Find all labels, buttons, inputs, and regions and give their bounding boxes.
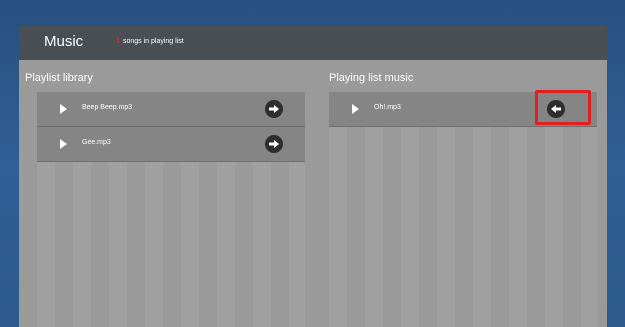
playing-list: Oh!.mp3 xyxy=(329,92,597,327)
play-icon[interactable] xyxy=(60,139,67,149)
arrow-right-icon[interactable] xyxy=(265,135,283,153)
list-item[interactable]: Gee.mp3 xyxy=(37,127,305,162)
song-count-label: songs in playing list xyxy=(123,38,184,45)
song-count: 1 xyxy=(116,38,120,45)
library-list: Beep Beep.mp3 Gee.mp3 xyxy=(37,92,305,327)
list-item[interactable]: Beep Beep.mp3 xyxy=(37,92,305,127)
play-icon[interactable] xyxy=(352,104,359,114)
library-title: Playlist library xyxy=(25,72,93,84)
arrow-right-icon[interactable] xyxy=(265,100,283,118)
page-title: Music xyxy=(44,33,84,50)
highlight-box xyxy=(535,90,591,125)
playing-title: Playing list music xyxy=(329,72,414,84)
song-name: Oh!.mp3 xyxy=(374,104,401,111)
header-bar: Music 1 songs in playing list xyxy=(19,26,607,60)
play-icon[interactable] xyxy=(60,104,67,114)
song-name: Gee.mp3 xyxy=(82,139,111,146)
music-panel: Music 1 songs in playing list Playlist l… xyxy=(19,26,607,327)
song-name: Beep Beep.mp3 xyxy=(82,104,133,111)
